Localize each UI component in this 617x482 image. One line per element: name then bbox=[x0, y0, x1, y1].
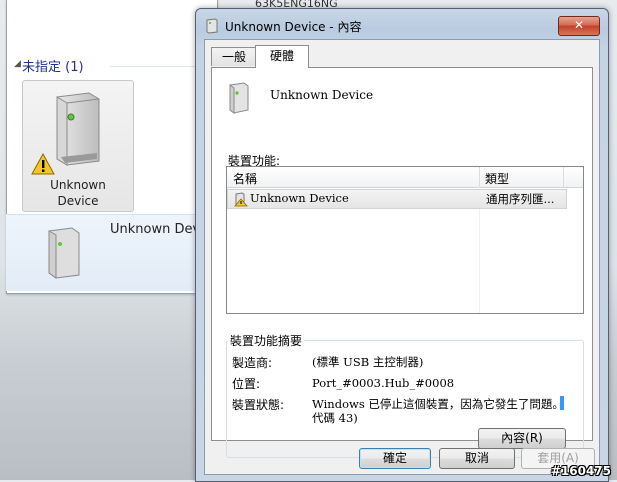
hardware-panel: Unknown Device 裝置功能: 名稱 類型 Unknown Devic… bbox=[211, 67, 593, 458]
group-header-unspecified[interactable]: 未指定 (1) bbox=[22, 56, 84, 75]
close-icon: ✕ bbox=[573, 18, 585, 32]
warning-icon bbox=[31, 153, 55, 175]
watermark: #160475 bbox=[550, 464, 611, 478]
summary-title: 裝置功能摘要 bbox=[228, 332, 305, 349]
device-icon bbox=[206, 18, 218, 34]
column-separator bbox=[479, 167, 480, 187]
list-header: 名稱 類型 bbox=[227, 167, 583, 188]
close-button[interactable]: ✕ bbox=[558, 16, 600, 36]
ok-button[interactable]: 確定 bbox=[359, 448, 431, 469]
device-name: Unknown Device bbox=[270, 88, 374, 102]
properties-button[interactable]: 內容(R) bbox=[478, 428, 566, 449]
manufacturer-label: 製造商: bbox=[232, 356, 273, 370]
row-device-label: Unknown Devi bbox=[110, 222, 204, 237]
dialog-client: 一般 硬體 Unknown Device 裝置功能: 名稱 類型 Unknown… bbox=[204, 39, 600, 475]
properties-dialog: Unknown Device - 內容 ✕ 一般 硬體 Unknown Devi… bbox=[195, 8, 609, 482]
status-line-1: Windows 已停止這個裝置，因為它發生了問題。 bbox=[312, 397, 564, 411]
row-name: Unknown Device bbox=[250, 191, 349, 205]
device-icon bbox=[234, 192, 248, 207]
device-functions-list[interactable]: 名稱 類型 Unknown Device 通用序列匯... bbox=[226, 166, 584, 314]
status-label: 裝置狀態: bbox=[232, 398, 285, 412]
chevron-down-icon[interactable]: ◢ bbox=[14, 59, 21, 69]
tile-label-2: Device bbox=[57, 194, 99, 208]
dialog-title: Unknown Device - 內容 bbox=[225, 20, 362, 34]
device-icon bbox=[56, 92, 100, 166]
location-label: 位置: bbox=[232, 377, 261, 391]
column-type[interactable]: 類型 bbox=[485, 170, 509, 187]
column-name[interactable]: 名稱 bbox=[233, 170, 257, 187]
status-line-2: 代碼 43) bbox=[312, 411, 358, 425]
list-row[interactable]: Unknown Device 通用序列匯... bbox=[227, 189, 567, 209]
manufacturer-value: (標準 USB 主控制器) bbox=[312, 355, 424, 369]
tab-general[interactable]: 一般 bbox=[211, 47, 257, 66]
text-selection-caret bbox=[560, 396, 564, 410]
column-separator bbox=[563, 167, 564, 187]
row-type: 通用序列匯... bbox=[486, 192, 555, 206]
device-tile[interactable]: Unknown Device bbox=[22, 80, 134, 212]
device-icon bbox=[229, 82, 249, 114]
tile-label: Unknown bbox=[50, 178, 106, 192]
device-icon bbox=[48, 227, 80, 279]
location-value: Port_#0003.Hub_#0008 bbox=[312, 376, 455, 390]
cancel-button[interactable]: 取消 bbox=[439, 448, 515, 469]
tab-hardware[interactable]: 硬體 bbox=[255, 45, 309, 68]
